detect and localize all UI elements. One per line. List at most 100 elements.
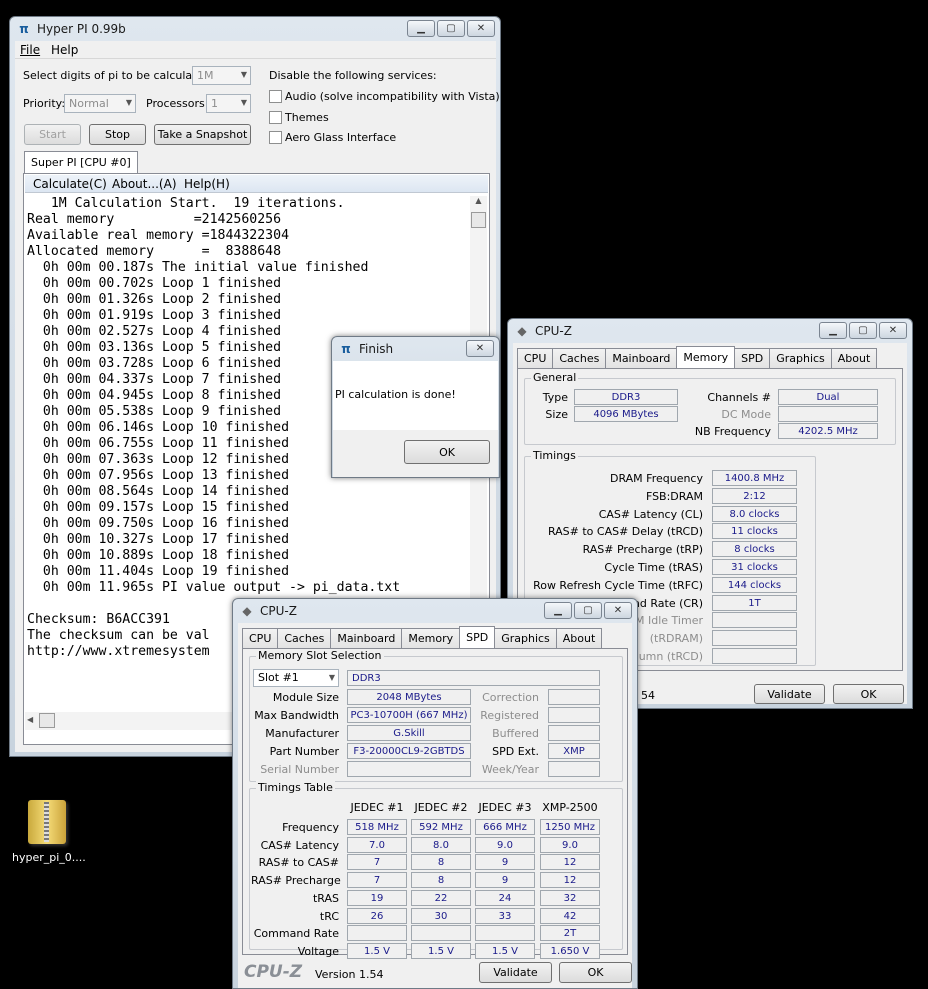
start-button[interactable]: Start bbox=[24, 124, 81, 145]
tab-memory[interactable]: Memory bbox=[401, 628, 461, 648]
timings-cell: 1.5 V bbox=[411, 943, 471, 959]
finish-ok-button[interactable]: OK bbox=[404, 440, 490, 464]
menu-file[interactable]: File bbox=[20, 43, 40, 57]
tab-memory[interactable]: Memory bbox=[676, 346, 736, 368]
cpuz-spd-title: CPU-Z bbox=[260, 604, 297, 618]
validate-button[interactable]: Validate bbox=[754, 684, 825, 704]
timings-row-label: Voltage bbox=[297, 945, 339, 958]
digits-select[interactable]: 1M ▼ bbox=[192, 66, 251, 85]
output-line: 0h 00m 11.404s Loop 19 finished bbox=[27, 564, 290, 579]
minimize-button[interactable]: ▁ bbox=[819, 322, 847, 339]
output-line: Available real memory =1844322304 bbox=[27, 228, 290, 243]
timings-row-label: tRC bbox=[319, 910, 339, 923]
spd-label: Correction bbox=[482, 691, 539, 704]
chevron-down-icon: ▼ bbox=[240, 70, 247, 79]
timings-cell: 666 MHz bbox=[475, 819, 535, 835]
stop-button[interactable]: Stop bbox=[89, 124, 146, 145]
timings-cell: 12 bbox=[540, 872, 600, 888]
minimize-button[interactable]: ▁ bbox=[407, 20, 435, 37]
spd-label: Part Number bbox=[269, 745, 339, 758]
timing-value: 2:12 bbox=[712, 488, 797, 504]
priority-select[interactable]: Normal ▼ bbox=[64, 94, 136, 113]
close-button[interactable]: ✕ bbox=[467, 20, 495, 37]
maximize-button[interactable]: ▢ bbox=[437, 20, 465, 37]
tab-about[interactable]: About bbox=[830, 348, 878, 368]
menu-help-sub[interactable]: Help(H) bbox=[184, 177, 230, 191]
timings-cell: 24 bbox=[475, 890, 535, 906]
close-button[interactable]: ✕ bbox=[879, 322, 907, 339]
minimize-button[interactable]: ▁ bbox=[544, 602, 572, 619]
tab-caches[interactable]: Caches bbox=[552, 348, 607, 368]
cpuz-logo-icon: ◆ bbox=[517, 324, 527, 338]
cpuz-spd-version: Version 1.54 bbox=[315, 968, 384, 981]
tab-graphics[interactable]: Graphics bbox=[769, 348, 832, 368]
scrollbar-thumb[interactable] bbox=[471, 212, 486, 228]
tab-cpu[interactable]: CPU bbox=[517, 348, 554, 368]
close-button[interactable]: ✕ bbox=[466, 340, 494, 357]
tab-graphics[interactable]: Graphics bbox=[494, 628, 557, 648]
menu-help[interactable]: Help bbox=[51, 43, 78, 57]
aero-checkbox[interactable] bbox=[269, 131, 282, 144]
spd-label: Registered bbox=[480, 709, 539, 722]
output-line: 1M Calculation Start. 19 iterations. bbox=[27, 196, 345, 211]
spd-value: 2048 MBytes bbox=[347, 689, 471, 705]
tab-about[interactable]: About bbox=[555, 628, 603, 648]
slot-select[interactable]: Slot #1 ▼ bbox=[253, 669, 339, 687]
tab-spd[interactable]: SPD bbox=[734, 348, 771, 368]
timings-cell: 12 bbox=[540, 854, 600, 870]
output-line: 0h 00m 10.889s Loop 18 finished bbox=[27, 548, 290, 563]
maximize-button[interactable]: ▢ bbox=[849, 322, 877, 339]
themes-checkbox[interactable] bbox=[269, 111, 282, 124]
timings-cell: 518 MHz bbox=[347, 819, 407, 835]
ok-button[interactable]: OK bbox=[559, 962, 632, 983]
timings-cell: 33 bbox=[475, 908, 535, 924]
audio-checkbox[interactable] bbox=[269, 90, 282, 103]
channels-value: Dual bbox=[778, 389, 878, 405]
tab-super-pi[interactable]: Super PI [CPU #0] bbox=[24, 151, 138, 173]
timings-cell: 9 bbox=[475, 872, 535, 888]
maximize-button[interactable]: ▢ bbox=[574, 602, 602, 619]
chevron-down-icon: ▼ bbox=[328, 673, 335, 682]
snapshot-button[interactable]: Take a Snapshot bbox=[154, 124, 251, 145]
tab-spd[interactable]: SPD bbox=[459, 626, 496, 648]
timing-value: 11 clocks bbox=[712, 523, 797, 539]
spd-value bbox=[548, 761, 600, 777]
tab-mainboard[interactable]: Mainboard bbox=[330, 628, 403, 648]
menu-calculate[interactable]: Calculate(C) bbox=[33, 177, 107, 191]
cpuz-mem-tabs: CPU Caches Mainboard Memory SPD Graphics… bbox=[517, 346, 878, 368]
aero-label: Aero Glass Interface bbox=[285, 131, 397, 144]
desktop-folder-icon[interactable]: hyper_pi_0.... bbox=[10, 796, 86, 868]
processors-select[interactable]: 1 ▼ bbox=[206, 94, 251, 113]
spd-value bbox=[548, 689, 600, 705]
timing-value bbox=[712, 612, 797, 628]
timing-value: 31 clocks bbox=[712, 559, 797, 575]
cpuz-spd-tabs: CPU Caches Mainboard Memory SPD Graphics… bbox=[242, 626, 603, 648]
timings-cell: 9 bbox=[475, 854, 535, 870]
timings-cell: 592 MHz bbox=[411, 819, 471, 835]
spd-label: Buffered bbox=[492, 727, 539, 740]
ok-button[interactable]: OK bbox=[833, 684, 904, 704]
timings-table-title: Timings Table bbox=[256, 781, 335, 794]
slot-type-value: DDR3 bbox=[347, 670, 600, 686]
spd-label: Week/Year bbox=[481, 763, 539, 776]
tab-cpu[interactable]: CPU bbox=[242, 628, 279, 648]
timings-cell: 9.0 bbox=[475, 837, 535, 853]
dc-mode-label: DC Mode bbox=[721, 408, 771, 421]
timings-cell: 42 bbox=[540, 908, 600, 924]
timings-cell bbox=[347, 925, 407, 941]
close-button[interactable]: ✕ bbox=[604, 602, 632, 619]
timings-cell: 1.5 V bbox=[475, 943, 535, 959]
finish-message: PI calculation is done! bbox=[335, 388, 456, 401]
tab-mainboard[interactable]: Mainboard bbox=[605, 348, 678, 368]
validate-button[interactable]: Validate bbox=[479, 962, 552, 983]
output-line: 0h 00m 01.919s Loop 3 finished bbox=[27, 308, 282, 323]
spd-value: XMP bbox=[548, 743, 600, 759]
hscroll-thumb[interactable] bbox=[39, 713, 55, 728]
scroll-left-icon[interactable]: ◀ bbox=[27, 715, 33, 724]
processors-label: Processors: bbox=[146, 97, 209, 110]
scroll-up-icon[interactable]: ▲ bbox=[470, 196, 487, 210]
timings-cell: 9.0 bbox=[540, 837, 600, 853]
menu-about[interactable]: About...(A) bbox=[112, 177, 177, 191]
tab-caches[interactable]: Caches bbox=[277, 628, 332, 648]
timing-label: Row Refresh Cycle Time (tRFC) bbox=[533, 579, 703, 592]
